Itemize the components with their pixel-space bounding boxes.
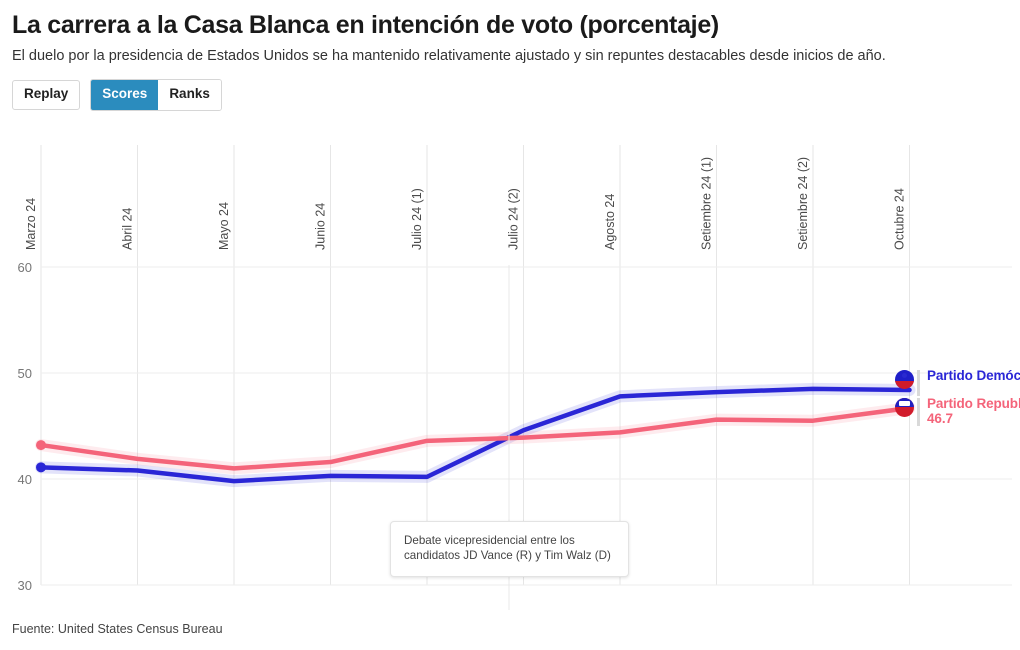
legend-item-democrat[interactable]: Partido Demócrata <box>895 368 1020 396</box>
x-axis-tick-label: Agosto 24 <box>603 194 617 250</box>
replay-button[interactable]: Replay <box>12 80 81 110</box>
legend-label-republican: Partido Republicano 46.7 <box>927 396 1020 426</box>
x-axis-tick-label: Abril 24 <box>121 208 135 250</box>
legend-item-republican[interactable]: Partido Republicano 46.7 <box>895 396 1020 427</box>
x-axis-tick-label: Setiembre 24 (1) <box>700 157 714 250</box>
x-axis-tick-labels: Marzo 24 Abril 24 Mayo 24 Junio 24 Julio 24 … <box>24 157 907 250</box>
y-axis-tick-label: 50 <box>18 366 32 381</box>
page-title: La carrera a la Casa Blanca en intención… <box>12 11 719 39</box>
legend-label-democrat-text: Partido Demócrata <box>927 368 1020 383</box>
x-axis-tick-label: Julio 24 (1) <box>410 188 424 250</box>
x-axis-tick-label: Setiembre 24 (2) <box>796 157 810 250</box>
series-bands <box>35 382 916 488</box>
republican-party-logo-icon <box>895 398 914 417</box>
x-axis-tick-label: Mayo 24 <box>217 202 231 250</box>
annotation-text: Debate vicepresidencial entre los candid… <box>404 534 611 563</box>
x-axis-tick-label: Julio 24 (2) <box>507 188 521 250</box>
series-start-point <box>36 462 46 473</box>
view-mode-toggle: Scores Ranks <box>90 79 222 111</box>
legend-label-republican-text: Partido Republicano <box>927 396 1020 411</box>
legend-connector <box>917 398 920 427</box>
series-start-point <box>36 440 46 451</box>
tab-ranks[interactable]: Ranks <box>158 80 221 110</box>
x-axis-tick-label: Octubre 24 <box>893 188 907 250</box>
y-axis-tick-label: 40 <box>18 472 32 487</box>
source-note: Fuente: United States Census Bureau <box>12 622 223 636</box>
page-subtitle: El duelo por la presidencia de Estados U… <box>12 47 886 64</box>
legend-connector <box>917 370 920 396</box>
chart-page: La carrera a la Casa Blanca en intención… <box>0 0 1020 650</box>
x-axis-tick-label: Junio 24 <box>314 203 328 250</box>
tab-scores[interactable]: Scores <box>91 80 159 110</box>
chart-controls: Replay Scores Ranks <box>12 79 1008 111</box>
x-axis-tick-label: Marzo 24 <box>24 198 38 250</box>
democratic-party-logo-icon <box>895 370 914 389</box>
legend-value-republican: 46.7 <box>927 411 953 427</box>
y-axis-tick-labels: 30 40 50 60 <box>18 260 32 593</box>
y-axis-tick-label: 60 <box>18 260 32 275</box>
annotation-tooltip: Debate vicepresidencial entre los candid… <box>390 521 629 577</box>
chart-legend: Partido Demócrata Partido Republicano 46… <box>895 368 1020 458</box>
y-axis-tick-label: 30 <box>18 578 32 593</box>
x-gridlines <box>40 145 910 585</box>
legend-label-democrat: Partido Demócrata <box>927 368 1020 383</box>
